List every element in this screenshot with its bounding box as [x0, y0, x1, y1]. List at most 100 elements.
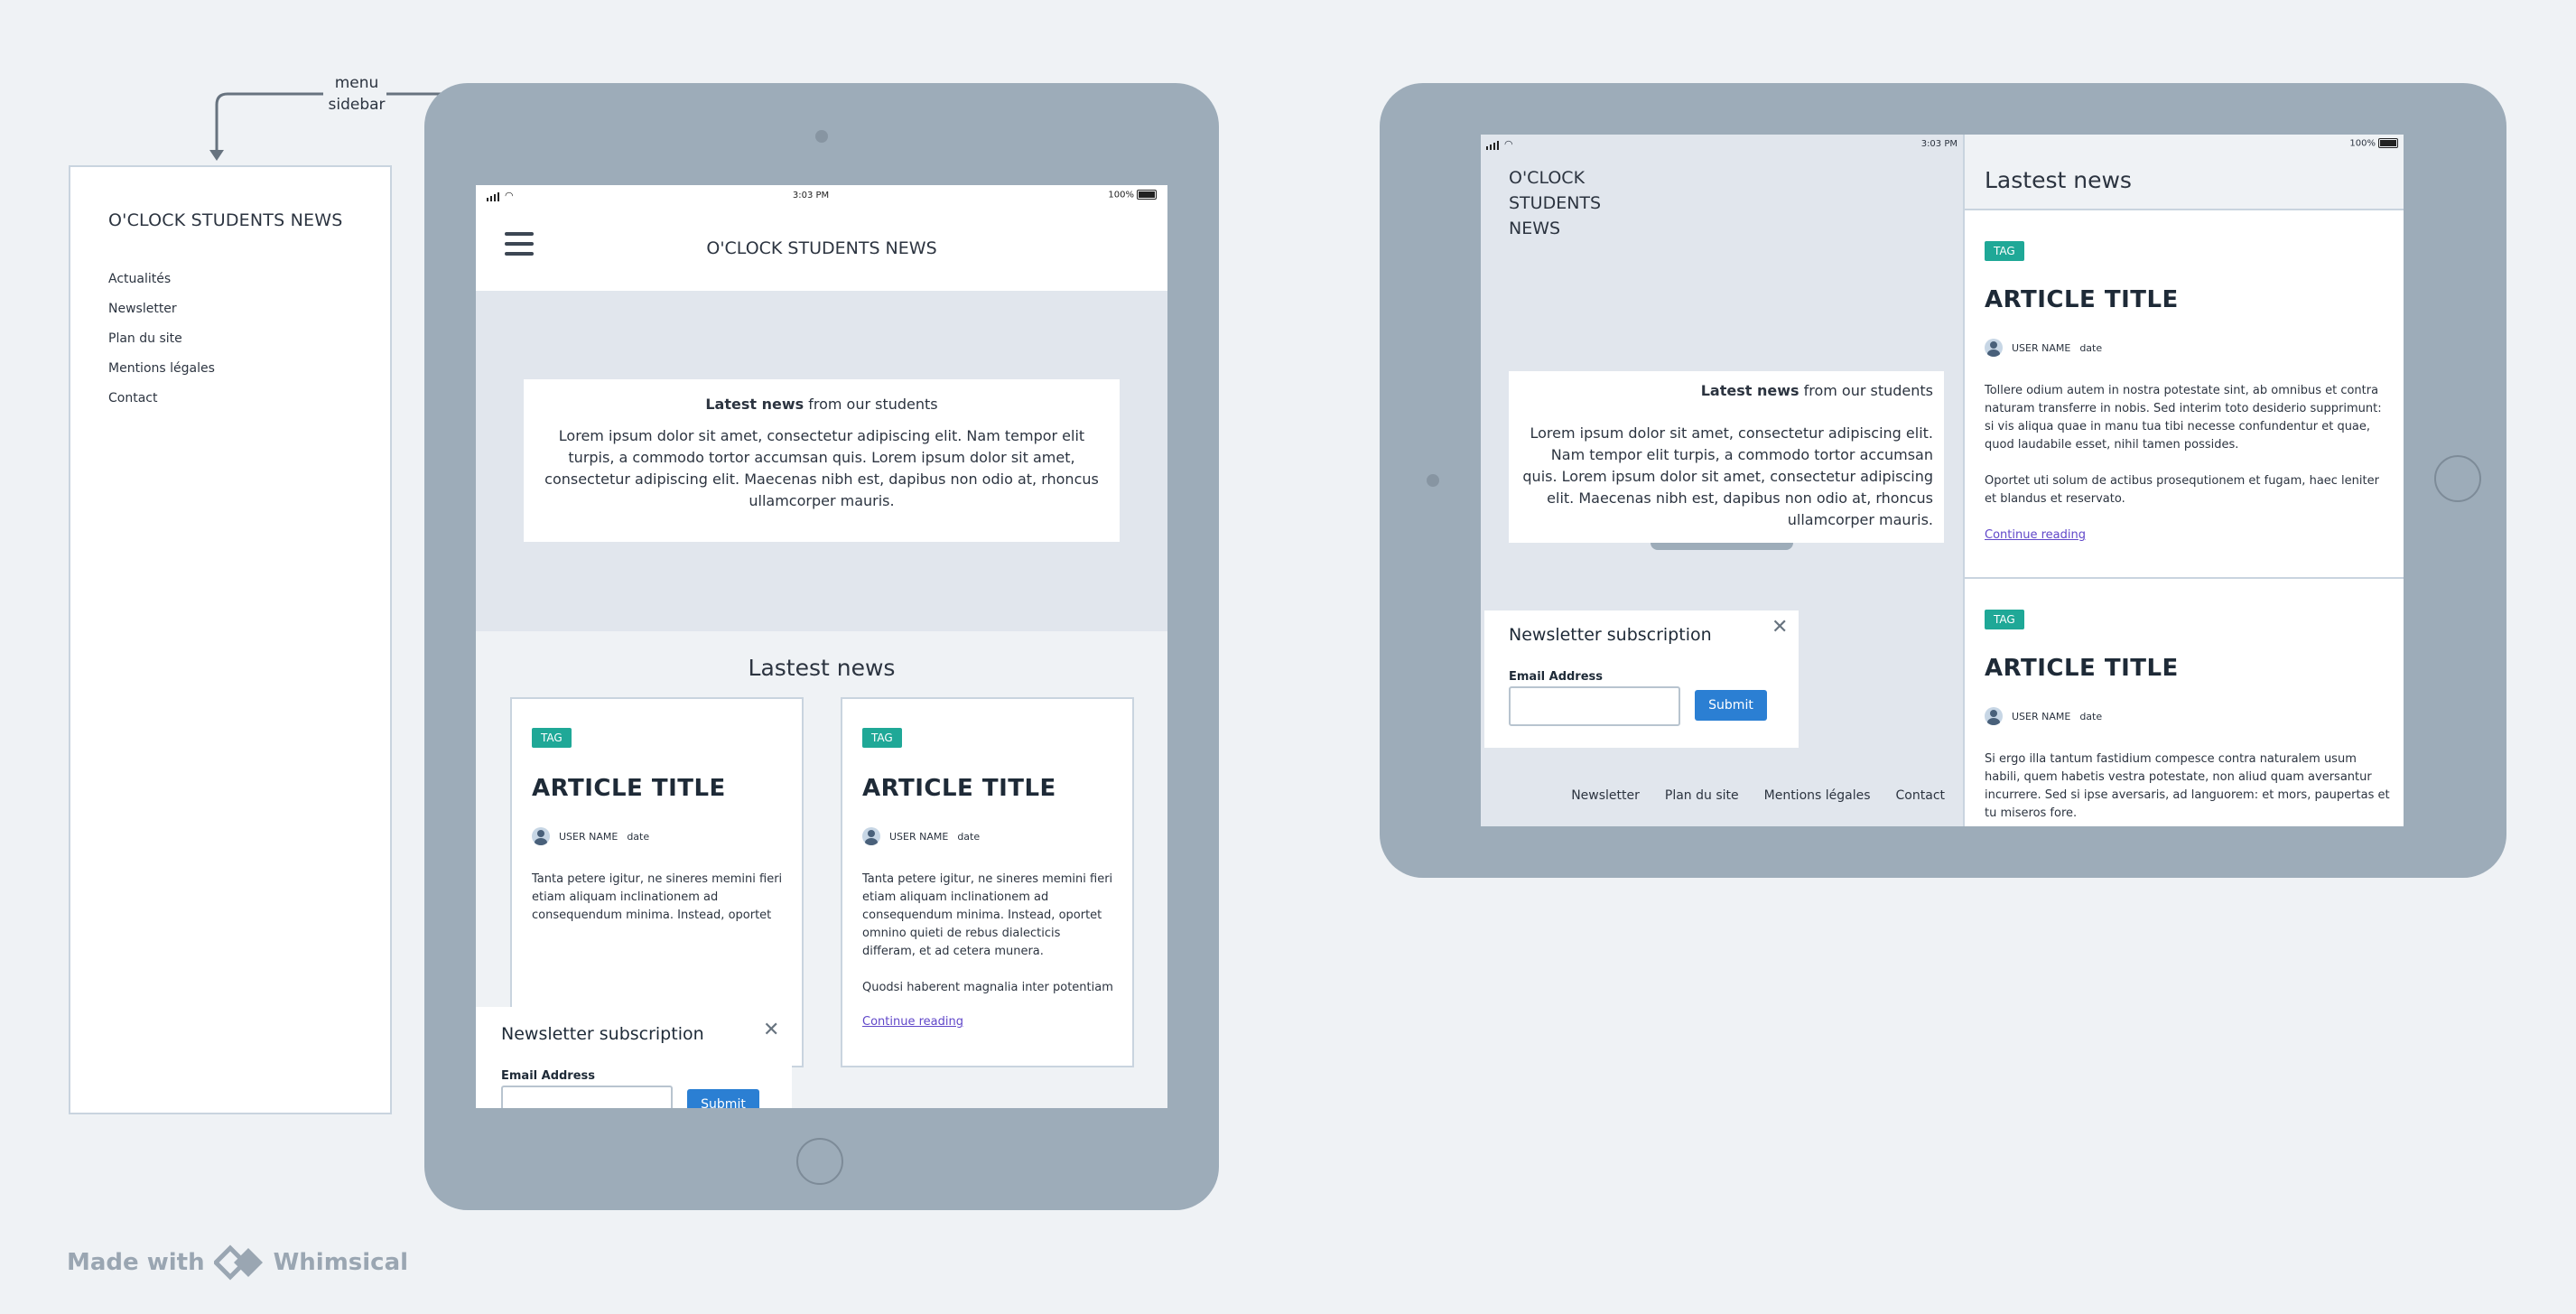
avatar-icon: [532, 827, 550, 845]
home-button[interactable]: [796, 1138, 843, 1185]
article-excerpt-2: Oportet uti solum de actibus proseqution…: [1985, 474, 2379, 506]
hero-card: Latest news from our students Lorem ipsu…: [524, 379, 1120, 542]
whimsical-brand-text: Whimsical: [273, 1249, 409, 1276]
home-button[interactable]: [2434, 455, 2481, 502]
landscape-screen: ◠ 3:03 PM O'CLOCK STUDENTS NEWS Latest n…: [1481, 135, 2404, 826]
article-meta: USER NAME date: [862, 827, 980, 845]
article-user: USER NAME: [2012, 341, 2071, 354]
article-tag[interactable]: TAG: [862, 728, 902, 748]
section-title: Lastest news: [748, 655, 896, 681]
article-date: date: [2079, 341, 2103, 354]
newsletter-popup: Newsletter subscription ✕ Email Address …: [1484, 610, 1799, 748]
signal-wifi-icon: ◠: [1486, 138, 1513, 150]
article-excerpt: Tollere odium autem in nostra potestate …: [1985, 384, 2382, 452]
app-header: O'CLOCK STUDENTS NEWS: [476, 205, 1167, 291]
sidebar-item-newsletter[interactable]: Newsletter: [108, 302, 177, 316]
hero-section: Latest news from our students Lorem ipsu…: [476, 291, 1167, 631]
sidebar-item-actualites[interactable]: Actualités: [108, 272, 171, 286]
article-tag[interactable]: TAG: [1985, 241, 2024, 261]
article-title[interactable]: ARTICLE TITLE: [1985, 286, 2179, 313]
article-date: date: [627, 830, 650, 843]
email-label: Email Address: [1509, 670, 1604, 684]
email-label: Email Address: [501, 1069, 596, 1083]
article-date: date: [957, 830, 981, 843]
continue-reading-link[interactable]: Continue reading: [1985, 528, 2086, 542]
hero-heading-bold: Latest news: [1700, 382, 1799, 399]
article-title[interactable]: ARTICLE TITLE: [532, 775, 726, 802]
footer-link-plan-du-site[interactable]: Plan du site: [1665, 788, 1739, 803]
logo-line-2: STUDENTS: [1509, 193, 1602, 213]
newsletter-popup: Newsletter subscription ✕ Email Address …: [476, 1010, 792, 1108]
left-pane: ◠ 3:03 PM O'CLOCK STUDENTS NEWS Latest n…: [1481, 135, 1963, 826]
battery-icon: 100%: [2349, 138, 2398, 149]
article-user: USER NAME: [559, 830, 618, 843]
article-meta: USER NAME date: [1985, 707, 2102, 725]
portrait-screen: ◠ 3:03 PM 100% O'CLOCK STUDENTS NEWS Lat…: [476, 185, 1167, 1108]
avatar-icon: [862, 827, 880, 845]
article-user: USER NAME: [2012, 710, 2071, 722]
sidebar-menu-panel: O'CLOCK STUDENTS NEWS Actualités Newslet…: [69, 165, 392, 1114]
hero-heading-rest: from our students: [804, 396, 938, 413]
hero-heading: Latest news from our students: [1520, 382, 1933, 399]
article-excerpt-2: Quodsi haberent magnalia inter potentiam: [862, 981, 1113, 994]
signal-wifi-icon: ◠: [487, 190, 514, 201]
status-time: 3:03 PM: [792, 190, 830, 200]
footer-link-mentions-legales[interactable]: Mentions légales: [1764, 788, 1871, 803]
email-field[interactable]: [501, 1086, 673, 1108]
hero-text: Lorem ipsum dolor sit amet, consectetur …: [544, 427, 1099, 509]
sidebar-item-contact[interactable]: Contact: [108, 391, 157, 405]
annotation-label: menu sidebar: [325, 72, 388, 116]
hero-heading-bold: Latest news: [705, 396, 804, 413]
avatar-icon: [1985, 707, 2003, 725]
article-date: date: [2079, 710, 2103, 722]
article-tag[interactable]: TAG: [1985, 610, 2024, 629]
front-camera: [1427, 474, 1439, 487]
sidebar-title: O'CLOCK STUDENTS NEWS: [108, 210, 343, 230]
sidebar-item-mentions-legales[interactable]: Mentions légales: [108, 361, 215, 376]
article-tag[interactable]: TAG: [532, 728, 572, 748]
article-card[interactable]: TAG ARTICLE TITLE USER NAME date Tanta pe…: [841, 697, 1134, 1067]
status-time: 3:03 PM: [1920, 138, 1958, 149]
continue-reading-link[interactable]: Continue reading: [862, 1015, 963, 1029]
tablet-landscape: ◠ 3:03 PM O'CLOCK STUDENTS NEWS Latest n…: [1380, 83, 2506, 878]
tablet-portrait: ◠ 3:03 PM 100% O'CLOCK STUDENTS NEWS Lat…: [424, 83, 1219, 1210]
right-pane: 100% Lastest news TAG ARTICLE TITLE USER…: [1963, 135, 2404, 826]
article-meta: USER NAME date: [532, 827, 649, 845]
sidebar-item-plan-du-site[interactable]: Plan du site: [108, 331, 182, 346]
battery-percent: 100%: [1108, 190, 1134, 200]
newsletter-title: Newsletter subscription: [1509, 625, 1712, 645]
hero-heading: Latest news from our students: [536, 396, 1107, 413]
annotation-line-1: menu: [334, 74, 379, 92]
status-bar-right: 100%: [1965, 135, 2404, 153]
submit-button[interactable]: Submit: [1695, 690, 1767, 721]
footer-link-contact[interactable]: Contact: [1896, 788, 1945, 803]
hero-card: Latest news from our students Lorem ipsu…: [1509, 371, 1944, 543]
article-excerpt: Si ergo illa tantum fastidium compesce c…: [1985, 752, 2390, 820]
email-field[interactable]: [1509, 686, 1680, 726]
footer-link-newsletter[interactable]: Newsletter: [1571, 788, 1640, 803]
battery-percent: 100%: [2349, 138, 2376, 149]
article-card[interactable]: TAG ARTICLE TITLE USER NAME date Tollere …: [1963, 209, 2404, 579]
status-bar: ◠ 3:03 PM 100%: [476, 185, 1167, 205]
close-icon[interactable]: ✕: [763, 1020, 779, 1040]
section-title: Lastest news: [1985, 167, 2132, 193]
made-with-whimsical[interactable]: Made with Whimsical: [67, 1244, 408, 1281]
article-title[interactable]: ARTICLE TITLE: [1985, 655, 2179, 682]
article-card[interactable]: TAG ARTICLE TITLE USER NAME date Si ergo …: [1963, 577, 2404, 826]
front-camera: [815, 130, 828, 143]
article-excerpt: Tanta petere igitur, ne sineres memini f…: [532, 872, 783, 922]
article-title[interactable]: ARTICLE TITLE: [862, 775, 1056, 802]
logo-line-1: O'CLOCK: [1509, 168, 1586, 188]
newsletter-title: Newsletter subscription: [501, 1024, 704, 1044]
logo-line-3: NEWS: [1509, 219, 1561, 238]
logo-text: O'CLOCK STUDENTS NEWS: [1509, 165, 1601, 241]
article-user: USER NAME: [889, 830, 949, 843]
whimsical-logo-icon: [213, 1244, 263, 1281]
battery-icon: 100%: [1108, 190, 1157, 200]
submit-button[interactable]: Submit: [687, 1089, 759, 1108]
close-icon[interactable]: ✕: [1772, 618, 1788, 638]
hero-heading-rest: from our students: [1799, 382, 1933, 399]
avatar-icon: [1985, 339, 2003, 357]
hero-text: Lorem ipsum dolor sit amet, consectetur …: [1522, 424, 1933, 528]
status-bar-left: ◠ 3:03 PM: [1481, 135, 1963, 153]
